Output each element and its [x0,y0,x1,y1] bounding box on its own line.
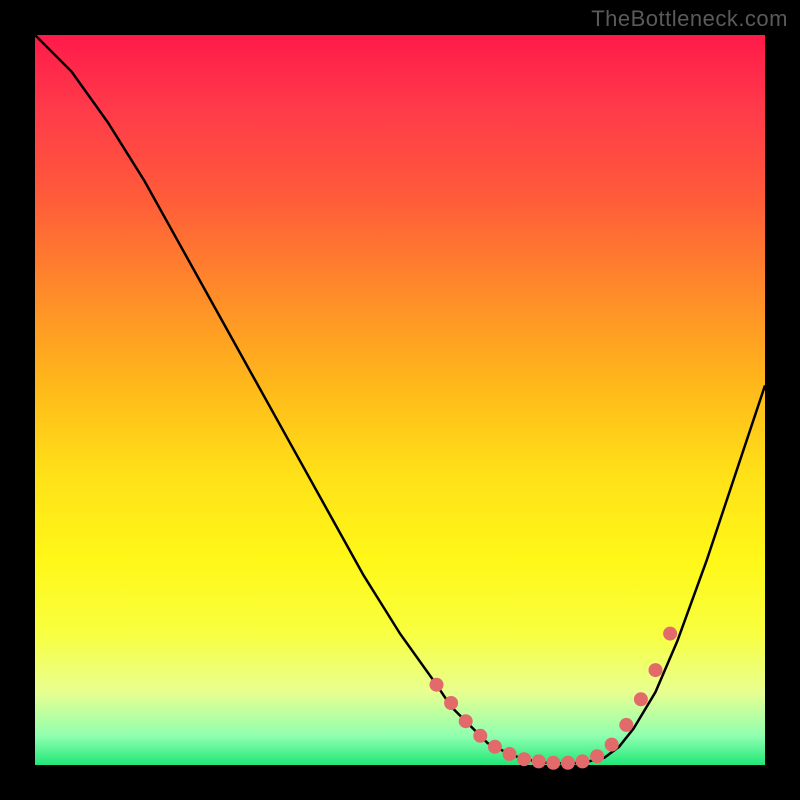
curve-dot [663,627,677,641]
curve-dot [605,738,619,752]
curve-dot [649,663,663,677]
curve-dot [459,714,473,728]
curve-dot [473,729,487,743]
curve-dot [532,754,546,768]
bottleneck-curve [35,35,765,764]
curve-dot [634,692,648,706]
curve-dot [590,749,604,763]
curve-dot [619,718,633,732]
curve-dot [503,747,517,761]
curve-dot [444,696,458,710]
curve-dot [561,756,575,770]
curve-dot [546,756,560,770]
curve-dots [430,627,678,770]
curve-dot [488,740,502,754]
curve-dot [430,678,444,692]
chart-svg [35,35,765,765]
curve-line [35,35,765,764]
watermark-text: TheBottleneck.com [591,6,788,32]
curve-dot [576,754,590,768]
curve-dot [517,752,531,766]
